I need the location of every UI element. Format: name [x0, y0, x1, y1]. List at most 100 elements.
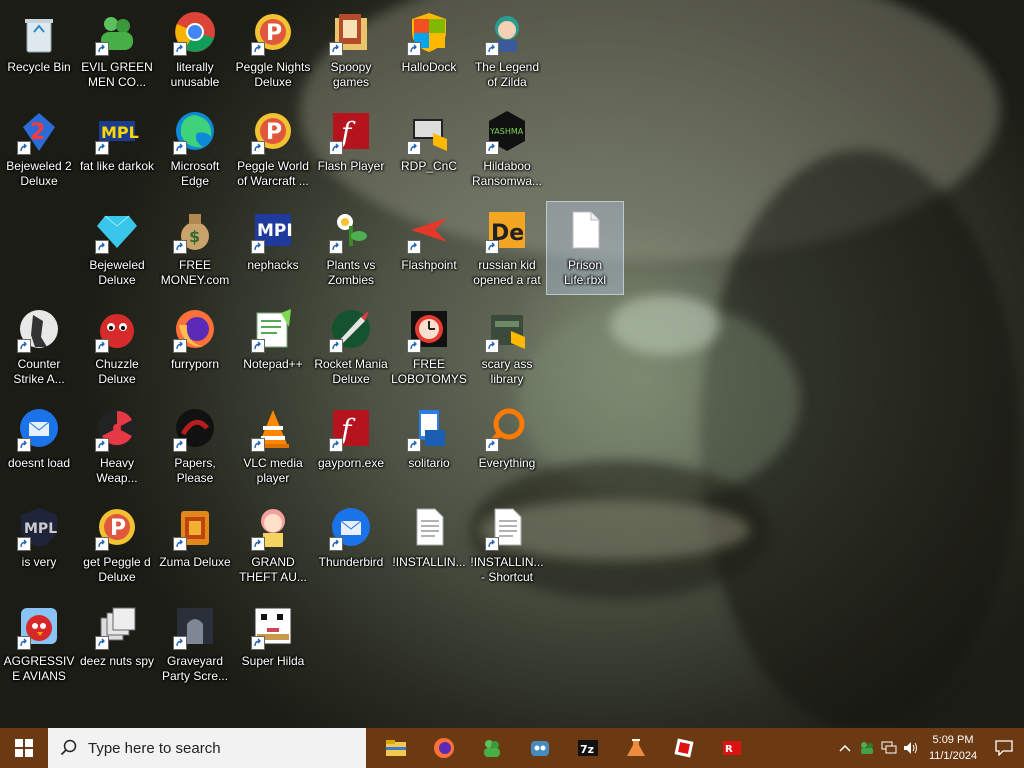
desktop-icon-label: get Peggle d Deluxe: [83, 555, 151, 584]
shortcut-arrow-icon: [95, 141, 109, 155]
desktop-icon[interactable]: Everything: [469, 400, 545, 492]
file-icon: [561, 206, 609, 254]
7zip-icon: 7z: [578, 740, 598, 756]
desktop-icon-label: Flashpoint: [401, 258, 457, 272]
shortcut-arrow-icon: [251, 240, 265, 254]
desktop-icon[interactable]: Papers, Please: [157, 400, 233, 492]
show-hidden-icons-button[interactable]: [834, 728, 856, 768]
shortcut-arrow-icon: [251, 636, 265, 650]
de-icon: De: [483, 206, 531, 254]
shortcut-arrow-icon: [485, 42, 499, 56]
roblox-studio-icon: [674, 738, 694, 758]
taskbar-app-7zip[interactable]: 7z: [564, 728, 612, 768]
desktop-icon[interactable]: FREE LOBOTOMYS: [391, 301, 467, 393]
pixel-icon: [249, 602, 297, 650]
desktop-icon[interactable]: The Legend of Zilda: [469, 4, 545, 96]
desktop-icon-label: Papers, Please: [174, 456, 216, 485]
desktop-icon[interactable]: deez nuts spy: [79, 598, 155, 690]
mpl-icon: MPL: [93, 107, 141, 155]
desktop-icon[interactable]: $ FREE MONEY.com: [157, 202, 233, 294]
desktop-icon[interactable]: doesnt load: [1, 400, 77, 492]
mpl-shield-icon: MPL: [15, 503, 63, 551]
volume-button[interactable]: [900, 728, 922, 768]
desktop-icon[interactable]: Thunderbird: [313, 499, 389, 591]
desktop-icon[interactable]: !INSTALLIN... - Shortcut: [469, 499, 545, 591]
everything-search-icon: [483, 404, 531, 452]
action-center-button[interactable]: [984, 728, 1024, 768]
shortcut-arrow-icon: [329, 141, 343, 155]
svg-text:MPL: MPL: [101, 123, 139, 142]
desktop-icon[interactable]: solitario: [391, 400, 467, 492]
desktop-icon[interactable]: AGGRESSIVE AVIANS: [1, 598, 77, 690]
taskbar-app-roblox[interactable]: R: [708, 728, 756, 768]
desktop-icon[interactable]: Pget Peggle d Deluxe: [79, 499, 155, 591]
clock-time: 5:09 PM: [932, 734, 974, 746]
desktop-icon[interactable]: RDP_CnC: [391, 103, 467, 195]
desktop-icon[interactable]: !INSTALLIN...: [391, 499, 467, 591]
shortcut-arrow-icon: [95, 339, 109, 353]
desktop-icon[interactable]: Zuma Deluxe: [157, 499, 233, 591]
desktop-icon[interactable]: Microsoft Edge: [157, 103, 233, 195]
firefox-icon: [434, 738, 454, 758]
desktop-icon[interactable]: Chuzzle Deluxe: [79, 301, 155, 393]
desktop-icon-label: Notepad++: [243, 357, 303, 371]
desktop-icon[interactable]: EVIL GREEN MEN CO...: [79, 4, 155, 96]
shortcut-arrow-icon: [485, 537, 499, 551]
taskbar-app-godot[interactable]: [516, 728, 564, 768]
desktop-icon[interactable]: f Flash Player: [313, 103, 389, 195]
desktop-icon-label: Zuma Deluxe: [159, 555, 231, 569]
desktop-icon[interactable]: GRAND THEFT AU...: [235, 499, 311, 591]
shortcut-arrow-icon: [95, 636, 109, 650]
flask-icon: [627, 739, 645, 756]
rdp-icon: [405, 107, 453, 155]
desktop-icon[interactable]: Spoopy games: [313, 4, 389, 96]
desktop-icon[interactable]: HalloDock: [391, 4, 467, 96]
desktop-icon[interactable]: literally unusable: [157, 4, 233, 96]
taskbar-search-box[interactable]: Type here to search: [48, 728, 366, 768]
desktop-icon[interactable]: Graveyard Party Scre...: [157, 598, 233, 690]
desktop-icon[interactable]: Plants vs Zombies: [313, 202, 389, 294]
zuma-icon: [171, 503, 219, 551]
thunderbird-icon: [327, 503, 375, 551]
taskbar-app-green-men[interactable]: [468, 728, 516, 768]
desktop-icon[interactable]: P Peggle World of Warcraft ...: [235, 103, 311, 195]
tray-app-icon[interactable]: [856, 728, 878, 768]
desktop-icon[interactable]: Bejeweled Deluxe: [79, 202, 155, 294]
shortcut-arrow-icon: [95, 438, 109, 452]
taskbar: Type here to search 7z R 5:09 PM 11/1/202…: [0, 728, 1024, 768]
desktop-icon[interactable]: MPI nephacks: [235, 202, 311, 294]
taskbar-app-flask[interactable]: [612, 728, 660, 768]
taskbar-app-firefox[interactable]: [420, 728, 468, 768]
svg-text:MPL: MPL: [24, 521, 57, 537]
desktop-icon[interactable]: Super Hilda: [235, 598, 311, 690]
vlc-icon: [249, 404, 297, 452]
desktop-icon[interactable]: Counter Strike A...: [1, 301, 77, 393]
desktop-icon[interactable]: Notepad++: [235, 301, 311, 393]
desktop-icon[interactable]: Rocket Mania Deluxe: [313, 301, 389, 393]
taskbar-clock[interactable]: 5:09 PM 11/1/2024: [922, 732, 984, 764]
desktop-icon[interactable]: f gayporn.exe: [313, 400, 389, 492]
desktop-icon[interactable]: scary ass library: [469, 301, 545, 393]
shortcut-arrow-icon: [173, 339, 187, 353]
desktop-icon[interactable]: Flashpoint: [391, 202, 467, 294]
desktop-icon[interactable]: 2 Bejeweled 2 Deluxe: [1, 103, 77, 195]
start-button[interactable]: [0, 728, 48, 768]
network-button[interactable]: [878, 728, 900, 768]
desktop-icon[interactable]: MPL is very: [1, 499, 77, 591]
desktop-icon[interactable]: Prison Life.rbxl: [546, 201, 624, 295]
desktop-icon[interactable]: P Peggle Nights Deluxe: [235, 4, 311, 96]
desktop-icon[interactable]: De russian kid opened a rat: [469, 202, 545, 294]
graveyard-icon: [171, 602, 219, 650]
taskbar-app-file-explorer[interactable]: [372, 728, 420, 768]
desktop-icon[interactable]: Recycle Bin: [1, 4, 77, 96]
desktop-icon[interactable]: VLC media player: [235, 400, 311, 492]
desktop-icon-label: !INSTALLIN... - Shortcut: [470, 555, 544, 584]
desktop-icon[interactable]: YASHMA Hildaboo Ransomwa...: [469, 103, 545, 195]
desktop-icon-label: Counter Strike A...: [13, 357, 65, 386]
taskbar-app-roblox-studio[interactable]: [660, 728, 708, 768]
text-file-icon: [405, 503, 453, 551]
desktop-icon[interactable]: furryporn: [157, 301, 233, 393]
desktop-icon[interactable]: Heavy Weap...: [79, 400, 155, 492]
shortcut-arrow-icon: [407, 141, 421, 155]
desktop-icon[interactable]: MPL fat like darkok: [79, 103, 155, 195]
